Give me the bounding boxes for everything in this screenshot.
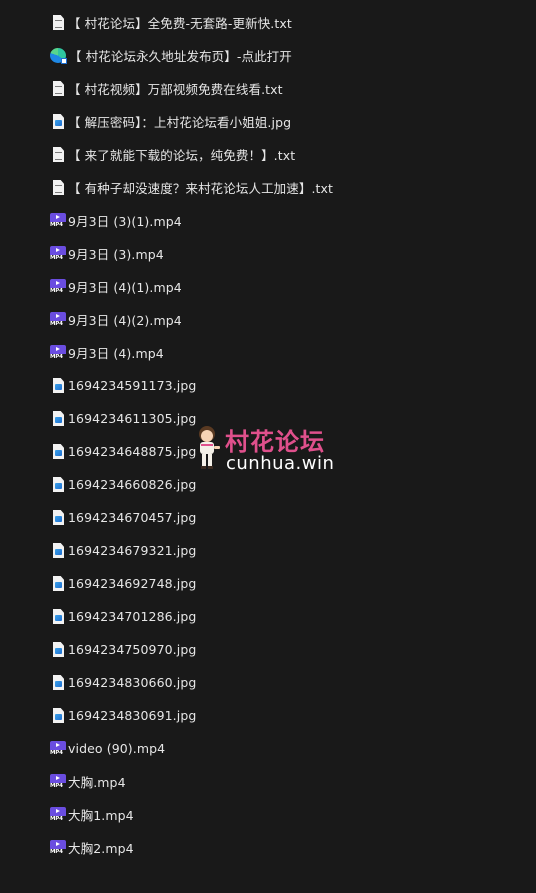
file-name: 大胸.mp4 <box>68 775 126 790</box>
video-file-icon: MP4 <box>50 740 66 757</box>
file-name: 【 村花视频】万部视频免费在线看.txt <box>68 82 283 97</box>
image-file-icon <box>53 708 64 723</box>
file-name: 1694234692748.jpg <box>68 576 197 591</box>
text-file-icon <box>53 180 64 195</box>
file-name: 1694234830691.jpg <box>68 708 197 723</box>
file-name: 【 村花论坛】全免费-无套路-更新快.txt <box>68 16 292 31</box>
file-row[interactable]: 【 解压密码】：上村花论坛看小姐姐.jpg <box>0 105 536 138</box>
text-file-icon <box>53 147 64 162</box>
image-file-icon <box>53 378 64 393</box>
file-name: 1694234591173.jpg <box>68 378 197 393</box>
file-list: 【 村花论坛】全免费-无套路-更新快.txt 【 村花论坛永久地址发布页】-点此打… <box>0 6 536 864</box>
file-name: 1694234750970.jpg <box>68 642 197 657</box>
play-icon <box>50 212 66 222</box>
file-name: 1694234611305.jpg <box>68 411 197 426</box>
play-icon <box>50 311 66 321</box>
file-row[interactable]: MP4 9月3日 (4)(2).mp4 <box>0 303 536 336</box>
video-file-icon: MP4 <box>50 311 66 328</box>
play-icon <box>50 245 66 255</box>
play-icon <box>50 740 66 750</box>
file-row[interactable]: 1694234611305.jpg <box>0 402 536 435</box>
file-name: 【 有种子却没速度？来村花论坛人工加速】.txt <box>68 181 334 196</box>
text-file-icon <box>53 15 64 30</box>
file-row[interactable]: 1694234660826.jpg <box>0 468 536 501</box>
video-file-icon: MP4 <box>50 806 66 823</box>
file-row[interactable]: 1694234591173.jpg <box>0 369 536 402</box>
file-name: 9月3日 (4)(2).mp4 <box>68 313 182 328</box>
file-name: video (90).mp4 <box>68 741 166 756</box>
image-file-icon <box>53 444 64 459</box>
file-name: 1694234660826.jpg <box>68 477 197 492</box>
file-row[interactable]: 1694234692748.jpg <box>0 567 536 600</box>
file-row[interactable]: MP4 9月3日 (4)(1).mp4 <box>0 270 536 303</box>
file-name: 1694234648875.jpg <box>68 444 197 459</box>
edge-shortcut-icon <box>50 48 67 64</box>
video-icon-label: MP4 <box>50 320 63 327</box>
video-icon-label: MP4 <box>50 848 63 855</box>
file-name: 9月3日 (4)(1).mp4 <box>68 280 182 295</box>
file-row[interactable]: 【 来了就能下载的论坛，纯免费！】.txt <box>0 138 536 171</box>
file-name: 【 来了就能下载的论坛，纯免费！】.txt <box>68 148 296 163</box>
file-row[interactable]: MP4 大胸2.mp4 <box>0 831 536 864</box>
image-file-icon <box>53 114 64 129</box>
video-icon-label: MP4 <box>50 749 63 756</box>
file-name: 大胸2.mp4 <box>68 841 134 856</box>
file-name: 9月3日 (3)(1).mp4 <box>68 214 182 229</box>
play-icon <box>50 773 66 783</box>
file-name: 大胸1.mp4 <box>68 808 134 823</box>
video-icon-label: MP4 <box>50 782 63 789</box>
play-icon <box>50 278 66 288</box>
file-row[interactable]: MP4 9月3日 (3).mp4 <box>0 237 536 270</box>
video-file-icon: MP4 <box>50 839 66 856</box>
file-name: 【 村花论坛永久地址发布页】-点此打开 <box>69 49 292 64</box>
file-row[interactable]: 【 村花论坛永久地址发布页】-点此打开 <box>0 39 536 72</box>
image-file-icon <box>53 411 64 426</box>
file-row[interactable]: MP4 大胸.mp4 <box>0 765 536 798</box>
file-row[interactable]: 1694234679321.jpg <box>0 534 536 567</box>
file-row[interactable]: 1694234701286.jpg <box>0 600 536 633</box>
file-row[interactable]: MP4 9月3日 (3)(1).mp4 <box>0 204 536 237</box>
file-name: 9月3日 (4).mp4 <box>68 346 164 361</box>
file-row[interactable]: MP4 大胸1.mp4 <box>0 798 536 831</box>
file-row[interactable]: 1694234750970.jpg <box>0 633 536 666</box>
file-name: 1694234679321.jpg <box>68 543 197 558</box>
file-row[interactable]: 1694234648875.jpg <box>0 435 536 468</box>
image-file-icon <box>53 576 64 591</box>
play-icon <box>50 344 66 354</box>
file-row[interactable]: 【 村花视频】万部视频免费在线看.txt <box>0 72 536 105</box>
image-file-icon <box>53 675 64 690</box>
file-row[interactable]: 【 村花论坛】全免费-无套路-更新快.txt <box>0 6 536 39</box>
file-name: 1694234701286.jpg <box>68 609 197 624</box>
video-icon-label: MP4 <box>50 815 63 822</box>
image-file-icon <box>53 510 64 525</box>
play-icon <box>50 839 66 849</box>
video-file-icon: MP4 <box>50 245 66 262</box>
image-file-icon <box>53 609 64 624</box>
image-file-icon <box>53 642 64 657</box>
file-name: 【 解压密码】：上村花论坛看小姐姐.jpg <box>68 115 292 130</box>
text-file-icon <box>53 81 64 96</box>
file-row[interactable]: MP4 video (90).mp4 <box>0 732 536 765</box>
image-file-icon <box>53 477 64 492</box>
file-name: 1694234830660.jpg <box>68 675 197 690</box>
video-file-icon: MP4 <box>50 344 66 361</box>
file-row[interactable]: 1694234670457.jpg <box>0 501 536 534</box>
play-icon <box>50 806 66 816</box>
file-row[interactable]: 1694234830691.jpg <box>0 699 536 732</box>
file-name: 1694234670457.jpg <box>68 510 197 525</box>
image-file-icon <box>53 543 64 558</box>
file-name: 9月3日 (3).mp4 <box>68 247 164 262</box>
file-row[interactable]: 1694234830660.jpg <box>0 666 536 699</box>
file-row[interactable]: MP4 9月3日 (4).mp4 <box>0 336 536 369</box>
video-icon-label: MP4 <box>50 353 63 360</box>
file-row[interactable]: 【 有种子却没速度？来村花论坛人工加速】.txt <box>0 171 536 204</box>
video-file-icon: MP4 <box>50 773 66 790</box>
video-icon-label: MP4 <box>50 254 63 261</box>
video-icon-label: MP4 <box>50 221 63 228</box>
video-icon-label: MP4 <box>50 287 63 294</box>
video-file-icon: MP4 <box>50 212 66 229</box>
video-file-icon: MP4 <box>50 278 66 295</box>
